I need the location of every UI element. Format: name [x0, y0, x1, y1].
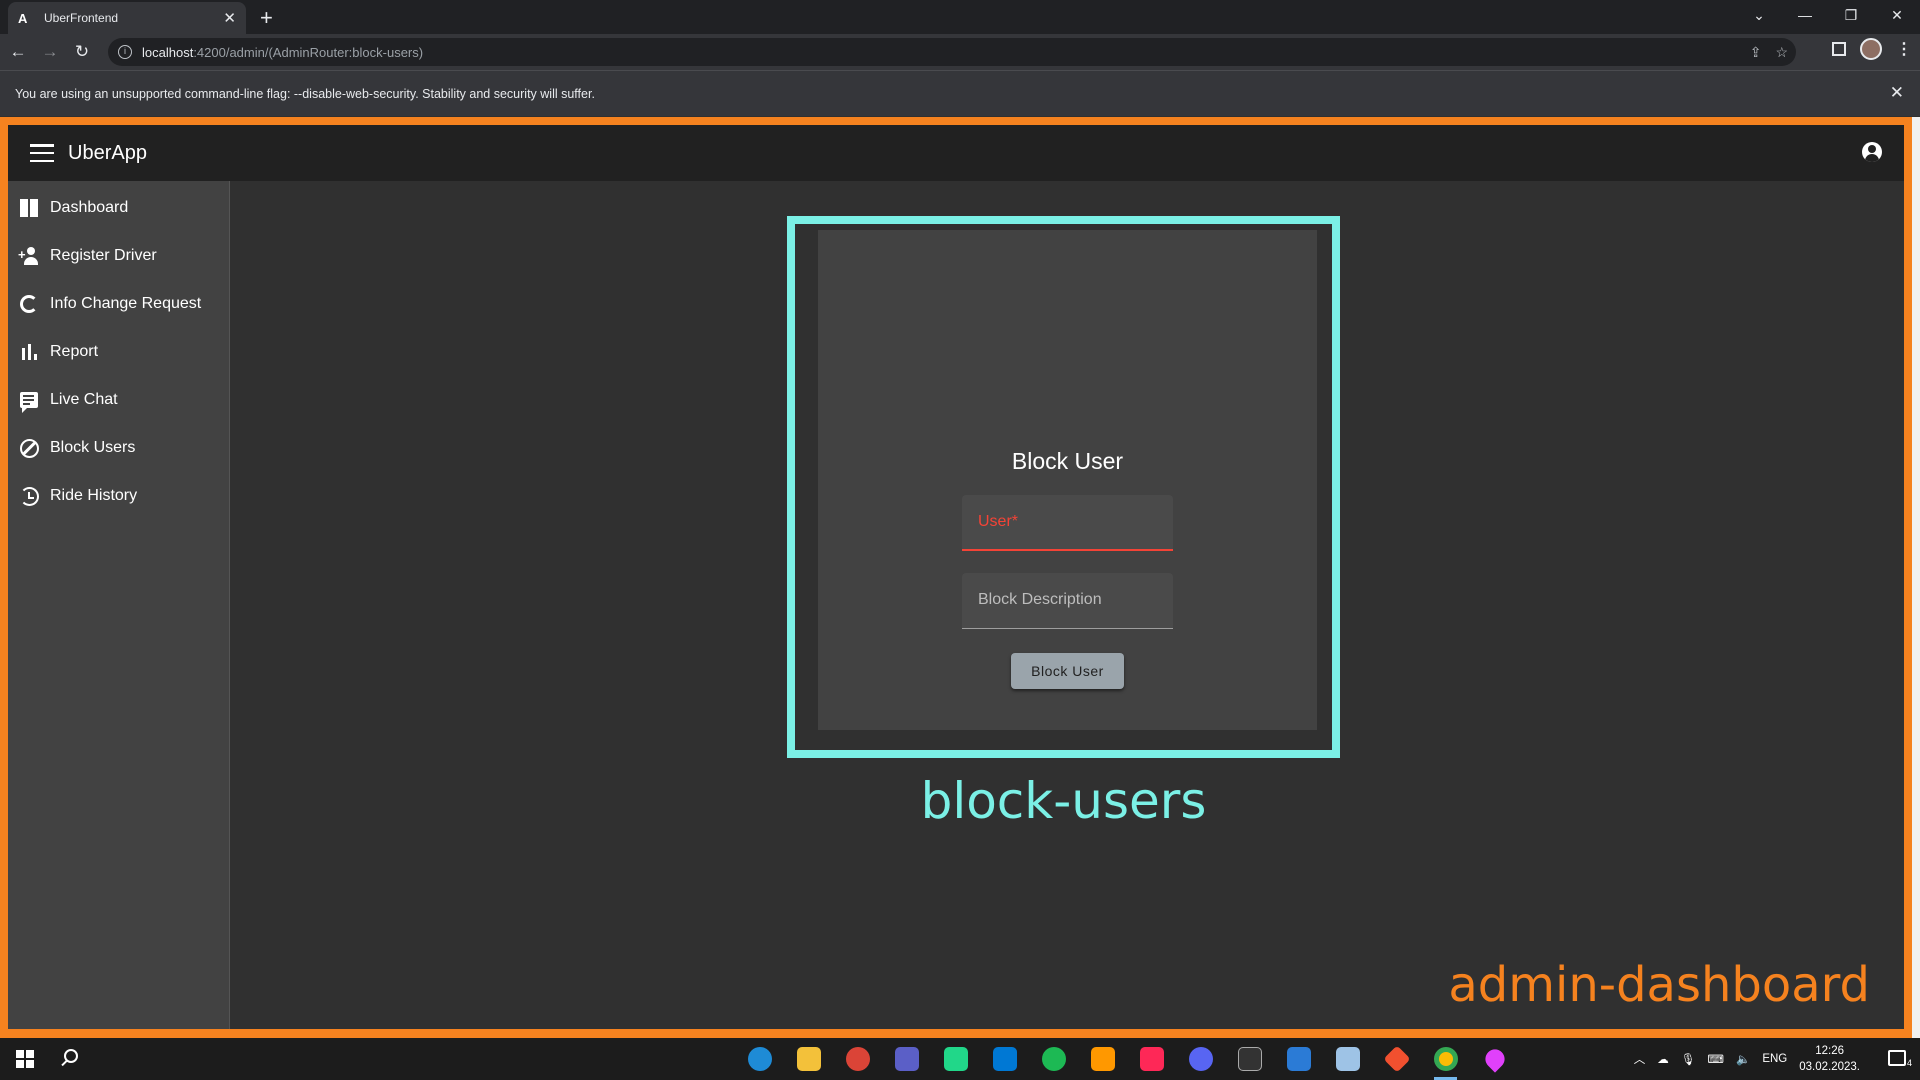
page-viewport: UberApp Dashboard + Register Driver Info… [0, 117, 1920, 1038]
teams-icon[interactable] [889, 1044, 924, 1074]
volume-icon[interactable]: 🔈 [1736, 1052, 1750, 1066]
sidebar-item-label: Live Chat [50, 391, 118, 408]
dashboard-icon [18, 197, 40, 219]
account-circle-icon[interactable] [1862, 142, 1882, 162]
close-tab-icon[interactable]: ✕ [223, 9, 236, 27]
microphone-icon[interactable]: 🎙 [1681, 1052, 1696, 1066]
admin-dashboard-caption: admin-dashboard [1448, 957, 1870, 1013]
search-icon[interactable] [64, 1049, 78, 1063]
system-tray: ︿ ☁ 🎙 ⌨ 🔈 ENG 12:26 03.02.2023. [1634, 1038, 1860, 1080]
app-toolbar: UberApp [8, 125, 1904, 181]
block-user-button[interactable]: Block User [1011, 653, 1124, 689]
menu-icon[interactable] [30, 144, 54, 162]
onedrive-icon[interactable]: ☁ [1657, 1052, 1669, 1066]
back-icon[interactable]: ← [4, 42, 32, 62]
infobar-message: You are using an unsupported command-lin… [15, 86, 595, 101]
edge-icon[interactable] [742, 1044, 777, 1074]
spotify-icon[interactable] [1036, 1044, 1071, 1074]
profile-avatar[interactable] [1860, 38, 1882, 60]
discord-icon[interactable] [1183, 1044, 1218, 1074]
vscode-icon[interactable] [987, 1044, 1022, 1074]
sidebar-item-live-chat[interactable]: Live Chat [8, 376, 229, 424]
new-tab-icon[interactable]: + [260, 5, 273, 31]
sidebar-item-report[interactable]: Report [8, 328, 229, 376]
clock-time: 12:26 [1815, 1045, 1844, 1057]
sidebar-item-label: Dashboard [50, 199, 129, 216]
share-icon[interactable]: ⇪ [1750, 44, 1762, 61]
forward-icon[interactable]: → [36, 42, 64, 62]
close-infobar-icon[interactable]: ✕ [1890, 83, 1904, 103]
language-indicator[interactable]: ENG [1762, 1053, 1787, 1065]
bar-chart-icon [18, 341, 40, 363]
notes-icon[interactable] [1330, 1044, 1365, 1074]
restore-icon[interactable]: ❐ [1828, 0, 1874, 30]
site-info-icon[interactable]: i [118, 45, 132, 59]
git-icon[interactable] [1379, 1044, 1414, 1074]
tray-chevron-icon[interactable]: ︿ [1634, 1051, 1646, 1067]
sidebar-item-label: Register Driver [50, 247, 157, 264]
bookmark-star-icon[interactable]: ☆ [1775, 44, 1788, 61]
clock[interactable]: 12:26 03.02.2023. [1799, 1043, 1860, 1075]
reload-icon[interactable]: ↻ [68, 42, 96, 62]
user-field[interactable]: User* [962, 495, 1173, 551]
chrome-icon[interactable] [1428, 1044, 1463, 1080]
page-scrollbar[interactable] [1912, 117, 1920, 1038]
sublime-icon[interactable] [1085, 1044, 1120, 1074]
notification-count: 4 [1906, 1058, 1912, 1068]
paint-drop-icon[interactable] [1477, 1044, 1512, 1074]
browser-menu-icon[interactable]: ⋮ [1896, 39, 1912, 59]
notification-center-icon[interactable] [1888, 1050, 1906, 1066]
chrome-alt-icon[interactable] [840, 1044, 875, 1074]
side-panel-icon[interactable] [1832, 42, 1846, 56]
user-field-label: User* [978, 513, 1019, 530]
sidebar-item-block-users[interactable]: Block Users [8, 424, 229, 472]
history-icon [18, 485, 40, 507]
block-description-label: Block Description [978, 591, 1102, 608]
browser-toolbar: ← → ↻ i localhost:4200/admin/(AdminRoute… [0, 34, 1920, 70]
sidebar-item-label: Ride History [50, 487, 138, 504]
file-explorer-icon[interactable] [791, 1044, 826, 1074]
intellij-icon[interactable] [1134, 1044, 1169, 1074]
chat-icon [18, 389, 40, 413]
block-user-card: Block User User* Block Description Block… [818, 230, 1317, 730]
close-window-icon[interactable]: ✕ [1874, 0, 1920, 30]
address-bar[interactable]: i localhost:4200/admin/(AdminRouter:bloc… [108, 38, 1796, 66]
warning-infobar: You are using an unsupported command-lin… [0, 70, 1920, 116]
url-host: localhost [142, 44, 194, 60]
taskbar-apps [742, 1044, 1512, 1080]
block-icon [18, 437, 40, 459]
sidebar-item-ride-history[interactable]: Ride History [8, 472, 229, 520]
minimize-icon[interactable]: — [1782, 0, 1828, 30]
sidebar-item-label: Info Change Request [50, 295, 202, 312]
sidebar-item-register-driver[interactable]: + Register Driver [8, 232, 229, 280]
app-title: UberApp [68, 141, 147, 164]
sidebar-item-label: Block Users [50, 439, 136, 456]
browser-tab[interactable]: A UberFrontend ✕ [8, 2, 246, 34]
clock-date: 03.02.2023. [1799, 1061, 1860, 1073]
pycharm-icon[interactable] [938, 1044, 973, 1074]
url-path: :4200/admin/(AdminRouter:block-users) [193, 44, 424, 60]
person-add-icon: + [18, 245, 40, 267]
windows-start-icon[interactable] [16, 1050, 34, 1068]
block-description-field[interactable]: Block Description [962, 573, 1173, 629]
sidebar-item-info-change-request[interactable]: Info Change Request [8, 280, 229, 328]
network-icon[interactable]: ⌨ [1707, 1052, 1724, 1066]
window-controls: ⌄ — ❐ ✕ [1736, 0, 1920, 30]
sidebar: Dashboard + Register Driver Info Change … [8, 181, 230, 1029]
sidebar-item-dashboard[interactable]: Dashboard [8, 184, 229, 232]
browser-tabstrip: A UberFrontend ✕ + ⌄ — ❐ ✕ [0, 0, 1920, 34]
photos-icon[interactable] [1281, 1044, 1316, 1074]
windows-taskbar: ︿ ☁ 🎙 ⌨ 🔈 ENG 12:26 03.02.2023. 4 [0, 1038, 1920, 1080]
form-title: Block User [1011, 448, 1124, 474]
angular-favicon-icon: A [18, 10, 28, 26]
tab-search-icon[interactable]: ⌄ [1736, 0, 1782, 30]
sidebar-item-label: Report [50, 343, 99, 360]
tab-title: UberFrontend [44, 11, 119, 25]
terminal-icon[interactable] [1232, 1044, 1267, 1074]
block-users-caption: block-users [920, 772, 1207, 830]
loop-icon [18, 293, 40, 315]
